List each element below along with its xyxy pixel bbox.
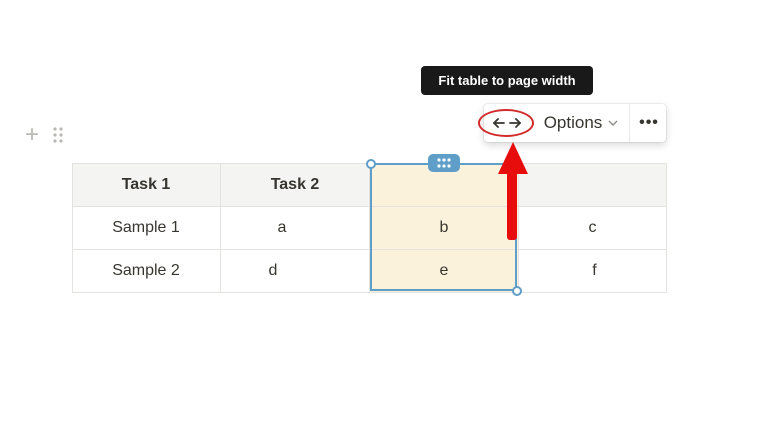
fit-width-tooltip: Fit table to page width	[421, 66, 593, 95]
cell-text: d	[268, 262, 278, 279]
more-dots-icon: •••	[639, 114, 659, 131]
cell-text: f	[592, 262, 597, 279]
highlight-circle	[478, 109, 534, 137]
column-selection-outline	[370, 163, 517, 291]
table-cell[interactable]: c	[519, 207, 667, 250]
drag-handle-icon[interactable]	[52, 126, 64, 144]
column-drag-handle[interactable]	[428, 154, 460, 172]
table-header-cell[interactable]: Task 1	[72, 163, 221, 207]
add-block-icon[interactable]: +	[22, 123, 42, 147]
toolbar-divider	[629, 104, 630, 142]
table-cell[interactable]: d	[221, 250, 370, 293]
options-dropdown[interactable]: Options	[536, 104, 626, 142]
table-cell[interactable]: f	[519, 250, 667, 293]
table-cell[interactable]: Sample 2	[72, 250, 221, 293]
options-label: Options	[543, 113, 603, 132]
table-cell[interactable]: a	[221, 207, 370, 250]
resize-dot-top-left[interactable]	[366, 159, 376, 169]
resize-dot-bottom-right[interactable]	[512, 286, 522, 296]
chevron-down-icon	[608, 117, 618, 129]
table-header-cell[interactable]	[519, 163, 667, 207]
table-cell[interactable]: Sample 1	[72, 207, 221, 250]
annotation-arrow-shaft	[507, 172, 517, 240]
table-header-cell[interactable]: Task 2	[221, 163, 370, 207]
grip-dots-icon	[437, 158, 451, 168]
arrow-head-icon	[498, 142, 528, 174]
cell-text: a	[277, 219, 287, 236]
more-options-button[interactable]: •••	[632, 104, 666, 142]
